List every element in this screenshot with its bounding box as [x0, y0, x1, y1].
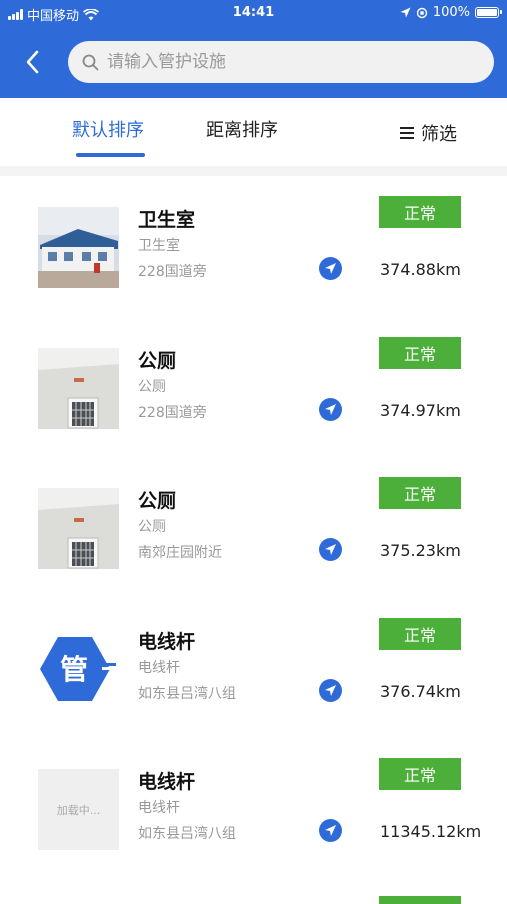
status-badge-partial [379, 896, 461, 904]
svg-text:管: 管 [60, 653, 88, 686]
list-item[interactable]: 卫生室 卫生室 228国道旁 正常 374.88km [0, 176, 507, 317]
facility-photo [38, 488, 119, 569]
facility-location: 如东县吕湾八组 [138, 685, 236, 702]
facility-name: 卫生室 [138, 209, 196, 231]
status-badge: 正常 [379, 196, 461, 228]
status-badge: 正常 [379, 617, 461, 650]
navigation-arrow-icon [325, 825, 336, 836]
facility-thumbnail [38, 207, 119, 288]
facility-list: 卫生室 卫生室 228国道旁 正常 374.88km 公厕 公厕 228国道旁 正常 374.97… [0, 176, 507, 879]
facility-type: 电线杆 [138, 659, 180, 676]
chevron-left-icon [26, 50, 39, 74]
status-badge: 正常 [379, 336, 461, 369]
facility-name: 公厕 [138, 490, 177, 512]
facility-thumbnail: 加载中... [38, 769, 119, 850]
facility-name: 公厕 [138, 349, 177, 372]
app-logo: 管 [38, 628, 119, 710]
loading-placeholder: 加载中... [38, 769, 119, 850]
facility-thumbnail [38, 347, 119, 429]
tab-default-sort[interactable]: 默认排序 [72, 116, 144, 142]
list-item[interactable]: 管电线杆 电线杆 如东县吕湾八组 正常 376.74km [0, 598, 507, 739]
filter-button[interactable]: 筛选 [400, 120, 457, 146]
navigation-arrow-icon [325, 544, 336, 555]
battery-percent: 100% [432, 5, 470, 20]
distance-label: 375.23km [380, 541, 461, 560]
sort-tabs: 默认排序 距离排序 筛选 [0, 98, 507, 166]
distance-label: 376.74km [380, 681, 461, 701]
status-bar: 中国移动 14:41 100% [0, 0, 507, 28]
menu-icon [400, 127, 414, 139]
filter-label: 筛选 [421, 124, 457, 145]
facility-location: 南郊庄园附近 [138, 545, 222, 561]
facility-name: 电线杆 [138, 771, 196, 793]
list-item[interactable]: 公厕 公厕 南郊庄园附近 正常 375.23km [0, 457, 507, 598]
active-tab-indicator [76, 153, 145, 157]
facility-photo [38, 347, 119, 429]
facility-type: 公厕 [138, 519, 166, 535]
navigation-arrow-icon [325, 263, 336, 274]
navigation-icon[interactable] [319, 819, 342, 842]
navigation-icon[interactable] [319, 678, 342, 702]
app-header: 中国移动 14:41 100% [0, 0, 507, 98]
battery-icon [475, 7, 502, 18]
facility-name: 电线杆 [138, 630, 196, 653]
facility-photo [38, 207, 119, 288]
status-badge: 正常 [379, 477, 461, 509]
navigation-icon[interactable] [319, 397, 342, 421]
status-badge: 正常 [379, 758, 461, 790]
distance-label: 11345.12km [380, 822, 482, 841]
tab-distance-sort[interactable]: 距离排序 [206, 116, 278, 142]
navigation-arrow-icon [325, 403, 336, 415]
distance-label: 374.88km [380, 260, 461, 279]
facility-type: 卫生室 [138, 238, 180, 254]
list-item[interactable]: 公厕 公厕 228国道旁 正常 374.97km [0, 317, 507, 458]
facility-location: 228国道旁 [138, 264, 207, 280]
location-arrow-icon [400, 7, 411, 18]
facility-type: 电线杆 [138, 800, 180, 816]
facility-location: 如东县吕湾八组 [138, 826, 236, 842]
facility-location: 228国道旁 [138, 404, 207, 421]
section-divider [0, 166, 507, 176]
navigation-arrow-icon [325, 684, 336, 696]
search-icon [82, 54, 99, 70]
facility-thumbnail: 管 [38, 628, 119, 710]
back-button[interactable] [18, 46, 46, 78]
orientation-lock-icon [416, 7, 428, 18]
search-bar[interactable] [68, 41, 494, 83]
navigation-icon[interactable] [319, 257, 342, 280]
navigation-icon[interactable] [319, 538, 342, 561]
list-item[interactable]: 加载中... 电线杆 电线杆 如东县吕湾八组 正常 11345.12km [0, 738, 507, 879]
facility-thumbnail [38, 488, 119, 569]
distance-label: 374.97km [380, 400, 461, 420]
facility-type: 公厕 [138, 378, 166, 395]
search-input[interactable] [107, 52, 447, 72]
